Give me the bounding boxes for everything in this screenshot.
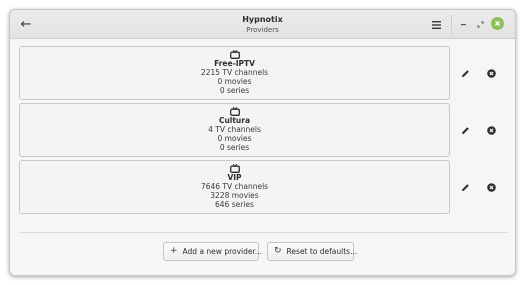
- tv-icon: [230, 164, 240, 173]
- remove-provider-button[interactable]: [483, 122, 499, 138]
- edit-provider-button[interactable]: [457, 65, 473, 81]
- reset-defaults-label: Reset to defaults...: [286, 247, 358, 256]
- provider-row[interactable]: Cultura 4 TV channels 0 movies 0 series: [19, 103, 450, 157]
- provider-series: 0 series: [219, 86, 250, 95]
- edit-provider-button[interactable]: [457, 122, 473, 138]
- provider-name: Cultura: [218, 116, 251, 125]
- provider-channels: 7646 TV channels: [200, 182, 269, 191]
- edit-provider-button[interactable]: [457, 179, 473, 195]
- header-bar: ← Hypnotix Providers: [10, 10, 515, 39]
- minimize-icon: [460, 23, 466, 25]
- remove-circle-icon: [486, 125, 496, 135]
- providers-list: Free-IPTV 2215 TV channels 0 movies 0 se…: [10, 39, 515, 275]
- pencil-icon: [461, 183, 469, 191]
- header-separator: [451, 15, 452, 34]
- provider-movies: 3228 movies: [210, 191, 259, 200]
- close-button[interactable]: [491, 17, 504, 30]
- remove-circle-icon: [486, 182, 496, 192]
- provider-movies: 0 movies: [217, 77, 252, 86]
- tv-icon: [230, 50, 240, 59]
- footer-divider: [19, 232, 508, 233]
- remove-circle-icon: [486, 68, 496, 78]
- add-provider-label: Add a new provider...: [182, 247, 263, 256]
- provider-name: Free-IPTV: [214, 59, 255, 68]
- provider-series: 0 series: [219, 143, 250, 152]
- provider-channels: 2215 TV channels: [200, 68, 269, 77]
- pencil-icon: [461, 126, 469, 134]
- reset-icon: ↻: [274, 246, 282, 256]
- provider-row[interactable]: VIP 7646 TV channels 3228 movies 646 ser…: [19, 160, 450, 214]
- plus-icon: +: [170, 246, 178, 256]
- remove-provider-button[interactable]: [483, 65, 499, 81]
- provider-channels: 4 TV channels: [208, 125, 261, 134]
- minimize-button[interactable]: [457, 18, 469, 30]
- maximize-button[interactable]: [474, 18, 486, 30]
- provider-movies: 0 movies: [217, 134, 252, 143]
- app-window: ← Hypnotix Providers Free-IPTV 2215 TV c…: [9, 9, 516, 276]
- close-icon: [495, 21, 500, 26]
- menu-button[interactable]: [426, 16, 446, 33]
- reset-defaults-button[interactable]: ↻ Reset to defaults...: [267, 242, 357, 261]
- provider-row[interactable]: Free-IPTV 2215 TV channels 0 movies 0 se…: [19, 46, 450, 100]
- tv-icon: [230, 107, 240, 116]
- provider-series: 646 series: [215, 200, 254, 209]
- maximize-icon: [477, 21, 483, 27]
- provider-name: VIP: [227, 173, 242, 182]
- remove-provider-button[interactable]: [483, 179, 499, 195]
- pencil-icon: [461, 69, 469, 77]
- hamburger-menu-icon: [431, 20, 441, 29]
- add-provider-button[interactable]: + Add a new provider...: [163, 242, 263, 261]
